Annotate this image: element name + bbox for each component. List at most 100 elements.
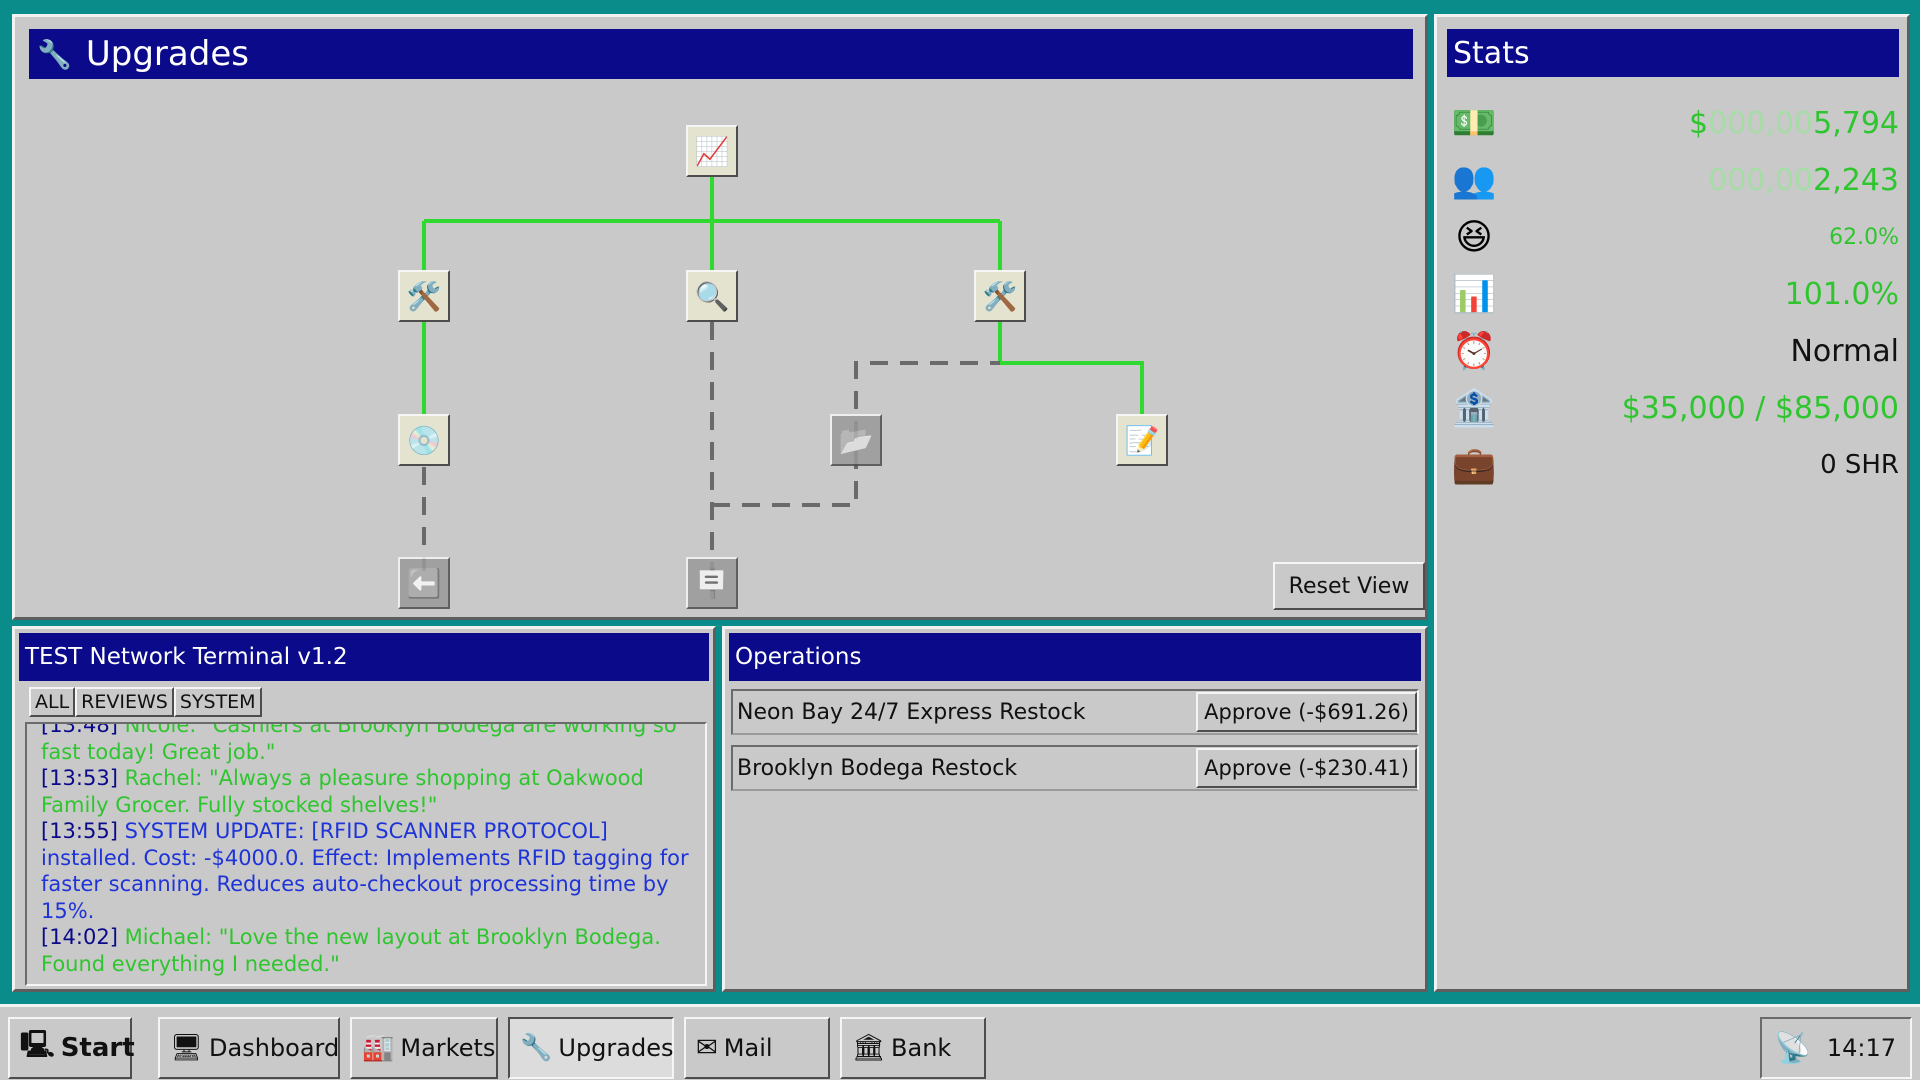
taskbar-dashboard[interactable]: 🖥 Dashboard	[158, 1017, 340, 1079]
markets-icon: 🏭	[362, 1033, 395, 1063]
log-time: [13:48]	[41, 722, 118, 737]
smiley-icon: 😆	[1455, 216, 1493, 258]
sign-icon: 🪧	[694, 566, 730, 600]
upgrade-node-root[interactable]: 📈	[686, 125, 738, 177]
approve-button[interactable]: Approve (-$691.26)	[1196, 692, 1417, 732]
efficiency-value: 101.0%	[1784, 276, 1899, 312]
log-time: [13:55]	[41, 819, 118, 843]
disc-icon: 💿	[406, 423, 442, 457]
upgrade-node-middle-2[interactable]: 📂	[830, 414, 882, 466]
alarm-clock-icon: ⏰	[1451, 331, 1497, 372]
tab-all[interactable]: ALL	[29, 687, 76, 717]
shares-value: 0 SHR	[1820, 450, 1899, 480]
log-text: Nicole: "Cashiers at Brooklyn Bodega are…	[41, 722, 677, 764]
tools-icon: 🛠️	[982, 279, 1018, 313]
log-time: [13:53]	[41, 766, 118, 790]
clock: 14:17	[1826, 1034, 1896, 1062]
stats-titlebar: Stats	[1447, 29, 1899, 77]
mail-icon: ✉	[696, 1033, 718, 1063]
upgrade-node-right-1[interactable]: 🛠️	[974, 270, 1026, 322]
satisfaction-value: 62.0%	[1829, 224, 1899, 250]
customers-amount: 2,243	[1813, 162, 1899, 198]
operations-titlebar: Operations	[729, 633, 1421, 681]
upgrades-icon: 🔧	[520, 1033, 553, 1063]
speed-value: Normal	[1790, 333, 1899, 369]
taskbar-label: Dashboard	[209, 1034, 340, 1062]
taskbar-upgrades[interactable]: 🔧 Upgrades	[508, 1017, 674, 1079]
upgrades-window: 🔧 Upgrades 📈 🛠️ 🔍 🛠️ 💿 📂 📝 ⬅️ 🪧 Reset Vi…	[12, 14, 1428, 620]
taskbar-markets[interactable]: 🏭 Markets	[350, 1017, 498, 1079]
log-entry: [13:48] Nicole: "Cashiers at Brooklyn Bo…	[41, 722, 695, 765]
operations-window: Operations Neon Bay 24/7 Express Restock…	[722, 626, 1428, 992]
operation-name: Brooklyn Bodega Restock	[737, 755, 1018, 781]
stat-efficiency: 📊 101.0%	[1447, 268, 1899, 320]
network-icon[interactable]: 📡	[1774, 1031, 1811, 1066]
log-time: [14:02]	[41, 925, 118, 949]
tools-icon: 🛠️	[406, 279, 442, 313]
log-entry: [14:02] Michael: "Love the new layout at…	[41, 924, 695, 977]
system-tray: 📡 14:17	[1760, 1017, 1912, 1079]
log-text: SYSTEM UPDATE: [RFID SCANNER PROTOCOL] i…	[41, 819, 689, 923]
notepad-icon: 📝	[1124, 423, 1160, 457]
upgrade-node-left-3[interactable]: ⬅️	[398, 557, 450, 609]
operations-title: Operations	[735, 644, 862, 670]
dashboard-icon: 🖥	[170, 1033, 204, 1063]
reset-view-button[interactable]: Reset View	[1273, 562, 1425, 610]
stat-customers: 👥 000,002,243	[1447, 154, 1899, 206]
start-label: Start	[60, 1033, 135, 1063]
taskbar-bank[interactable]: 🏛 Bank	[840, 1017, 986, 1079]
upgrade-node-middle-1[interactable]: 🔍	[686, 270, 738, 322]
log-entry: [13:53] Rachel: "Always a pleasure shopp…	[41, 765, 695, 818]
computer-icon: 🖳	[20, 1030, 55, 1060]
stat-shares: 💼 0 SHR	[1447, 439, 1899, 491]
magnifier-icon: 🔍	[694, 279, 730, 313]
stat-satisfaction: 😆 62.0%	[1447, 211, 1899, 263]
stats-title: Stats	[1453, 35, 1530, 71]
arrow-icon: ⬅️	[406, 566, 442, 600]
stat-bank: 🏦 $35,000 / $85,000	[1447, 382, 1899, 434]
approve-button[interactable]: Approve (-$230.41)	[1196, 748, 1417, 788]
money-padding: 000,00	[1708, 105, 1814, 141]
customers-icon: 👥	[1451, 160, 1497, 201]
bank-value: $35,000 / $85,000	[1621, 390, 1899, 426]
operation-row: Brooklyn Bodega Restock Approve (-$230.4…	[731, 745, 1419, 791]
log-text: Rachel: "Always a pleasure shopping at O…	[41, 766, 644, 817]
bank-icon: 🏛	[852, 1033, 886, 1063]
stat-speed: ⏰ Normal	[1447, 325, 1899, 377]
tab-system[interactable]: SYSTEM	[173, 687, 262, 717]
upgrade-node-left-1[interactable]: 🛠️	[398, 270, 450, 322]
terminal-window: TEST Network Terminal v1.2 ALL REVIEWS S…	[12, 626, 716, 992]
stat-money: 💵 $000,005,794	[1447, 97, 1899, 149]
taskbar-label: Upgrades	[558, 1034, 674, 1062]
upgrade-node-left-2[interactable]: 💿	[398, 414, 450, 466]
briefcase-icon: 💼	[1451, 445, 1497, 486]
upgrade-tree[interactable]: 📈 🛠️ 🔍 🛠️ 💿 📂 📝 ⬅️ 🪧 Reset View	[15, 17, 1425, 617]
money-amount: 5,794	[1813, 105, 1899, 141]
terminal-log[interactable]: [13:48] Nicole: "Cashiers at Brooklyn Bo…	[25, 722, 707, 986]
money-icon: 💵	[1451, 103, 1497, 144]
stats-window: Stats 💵 $000,005,794 👥 000,002,243 😆 62.…	[1434, 14, 1910, 992]
growth-icon: 📊	[1451, 274, 1497, 315]
customers-padding: 000,00	[1708, 162, 1814, 198]
folder-icon: 📂	[838, 423, 874, 457]
operation-name: Neon Bay 24/7 Express Restock	[737, 699, 1086, 725]
terminal-tabs: ALL REVIEWS SYSTEM	[29, 687, 262, 717]
taskbar-label: Markets	[400, 1034, 496, 1062]
upgrade-node-right-2[interactable]: 📝	[1116, 414, 1168, 466]
taskbar: 🖳 Start 🖥 Dashboard 🏭 Markets 🔧 Upgrades…	[0, 1004, 1920, 1080]
taskbar-label: Bank	[891, 1034, 952, 1062]
tab-reviews[interactable]: REVIEWS	[75, 687, 174, 717]
taskbar-mail[interactable]: ✉ Mail	[684, 1017, 830, 1079]
upgrade-node-middle-3[interactable]: 🪧	[686, 557, 738, 609]
taskbar-label: Mail	[723, 1034, 773, 1062]
terminal-title: TEST Network Terminal v1.2	[25, 644, 348, 670]
log-entry: [13:55] SYSTEM UPDATE: [RFID SCANNER PRO…	[41, 818, 695, 924]
customers-value: 000,002,243	[1708, 163, 1899, 198]
start-button[interactable]: 🖳 Start	[8, 1017, 135, 1079]
chart-icon: 📈	[694, 134, 730, 168]
log-text: Michael: "Love the new layout at Brookly…	[41, 925, 661, 976]
money-prefix: $	[1689, 105, 1709, 141]
operation-row: Neon Bay 24/7 Express Restock Approve (-…	[731, 689, 1419, 735]
money-value: $000,005,794	[1689, 106, 1899, 141]
vault-icon: 🏦	[1451, 388, 1497, 429]
